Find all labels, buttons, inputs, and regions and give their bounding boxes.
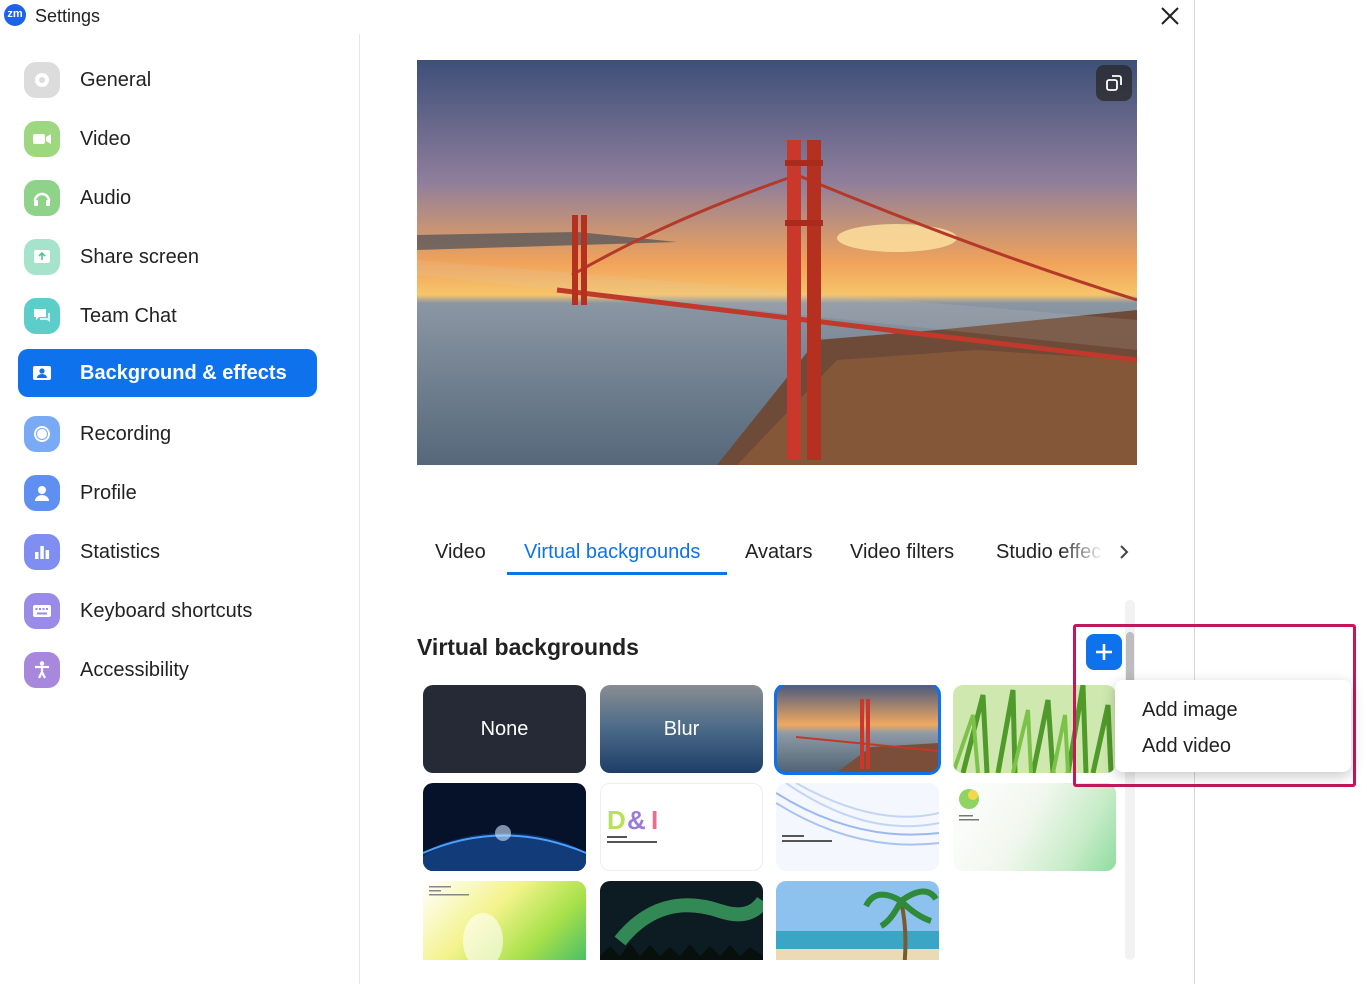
sidebar-item-label: Team Chat (80, 305, 177, 327)
thumb-label: Blur (663, 717, 700, 740)
svg-text:D: D (607, 805, 626, 835)
window-title: Settings (35, 6, 101, 26)
close-icon (1161, 7, 1179, 25)
sidebar-item-keyboard-shortcuts[interactable]: Keyboard shortcuts (18, 587, 317, 635)
tabs-next-button[interactable] (1115, 539, 1135, 565)
keyboard-icon (24, 593, 60, 629)
tab-video[interactable]: Video (435, 541, 486, 564)
close-button[interactable] (1156, 3, 1184, 29)
tab-video-filters[interactable]: Video filters (850, 541, 954, 564)
sidebar-item-recording[interactable]: Recording (18, 410, 317, 458)
sidebar-item-label: Background & effects (80, 362, 287, 384)
menu-item-add-video[interactable]: Add video (1142, 735, 1231, 758)
add-menu-dropdown: Add image Add video (1115, 680, 1351, 772)
background-blue-waves[interactable] (776, 783, 939, 871)
headphones-icon (24, 180, 60, 216)
sidebar-item-statistics[interactable]: Statistics (18, 528, 317, 576)
tab-avatars[interactable]: Avatars (745, 541, 812, 564)
background-blur[interactable]: Blur (600, 685, 763, 773)
background-golden-gate[interactable] (774, 685, 941, 775)
background-person-icon (24, 355, 60, 391)
share-screen-icon (24, 239, 60, 275)
sidebar-item-accessibility[interactable]: Accessibility (18, 646, 317, 694)
background-none[interactable]: None (423, 685, 586, 773)
background-d-and-i[interactable]: D & I (600, 783, 763, 871)
video-preview (417, 60, 1137, 465)
zoom-logo-icon: zm (4, 4, 26, 26)
video-camera-icon (24, 121, 60, 157)
rotate-icon (1106, 75, 1122, 91)
sidebar-item-label: Keyboard shortcuts (80, 600, 253, 622)
sidebar-item-general[interactable]: General (18, 56, 317, 104)
sidebar-item-label: General (80, 69, 152, 91)
sidebar-item-background-effects[interactable]: Background & effects (18, 349, 317, 397)
sidebar-item-label: Recording (80, 423, 172, 445)
accessibility-icon (24, 652, 60, 688)
gear-icon (24, 62, 60, 98)
tab-fade (1060, 534, 1115, 570)
tab-virtual-backgrounds[interactable]: Virtual backgrounds (524, 541, 700, 564)
sidebar-item-label: Share screen (80, 246, 199, 268)
sidebar-item-label: Video (80, 128, 131, 150)
record-icon (24, 416, 60, 452)
sidebar-item-share-screen[interactable]: Share screen (18, 233, 317, 281)
sidebar-item-label: Profile (80, 482, 137, 504)
background-earth-space[interactable] (423, 783, 586, 871)
sidebar-item-label: Audio (80, 187, 132, 209)
statistics-icon (24, 534, 60, 570)
active-tab-indicator (507, 572, 727, 575)
background-effects-panel: Video Virtual backgrounds Avatars Video … (360, 34, 1194, 984)
sidebar-item-label: Statistics (80, 541, 161, 563)
sidebar-item-profile[interactable]: Profile (18, 469, 317, 517)
thumb-label: None (480, 717, 529, 740)
sidebar-item-label: Accessibility (80, 659, 189, 681)
settings-window: zm Settings General Video Audio Share sc… (0, 0, 1195, 984)
settings-sidebar: General Video Audio Share screen Team Ch… (0, 34, 360, 984)
background-aurora[interactable] (600, 881, 763, 960)
background-green-gradient[interactable] (953, 783, 1116, 871)
background-yellow-green[interactable] (423, 881, 586, 960)
background-beach-palm[interactable] (776, 881, 939, 960)
svg-text:I: I (651, 805, 658, 835)
chevron-right-icon (1120, 545, 1129, 559)
sidebar-item-audio[interactable]: Audio (18, 174, 317, 222)
sidebar-item-video[interactable]: Video (18, 115, 317, 163)
svg-text:&: & (627, 805, 646, 835)
title-bar: zm Settings (0, 0, 1194, 34)
profile-icon (24, 475, 60, 511)
background-grid: None Blur D & I (423, 685, 1123, 960)
section-title: Virtual backgrounds (417, 634, 639, 660)
sidebar-item-team-chat[interactable]: Team Chat (18, 292, 317, 340)
menu-item-add-image[interactable]: Add image (1142, 699, 1238, 722)
chat-icon (24, 298, 60, 334)
rotate-button[interactable] (1096, 65, 1132, 101)
